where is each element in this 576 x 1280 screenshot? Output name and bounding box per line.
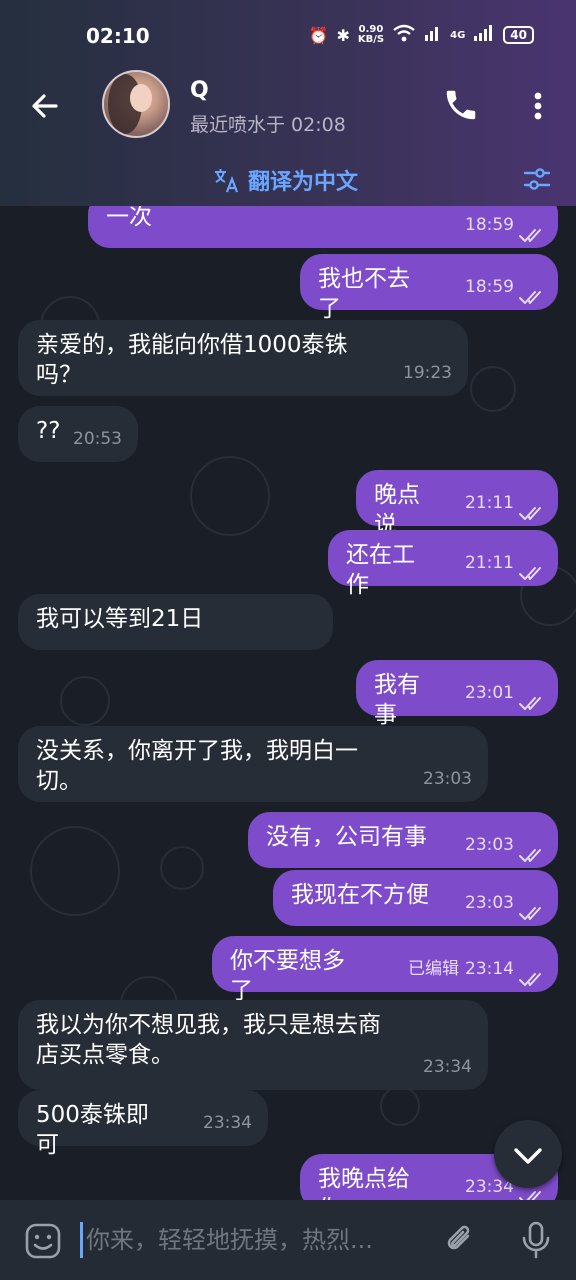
contact-name[interactable]: Q <box>190 78 209 103</box>
message-time: 23:03 <box>465 888 514 918</box>
signal-type: 4G <box>450 29 466 41</box>
message-time: 21:11 <box>465 488 514 518</box>
network-speed: 0.90 KB/S <box>357 24 385 45</box>
attach-button[interactable] <box>442 1222 478 1258</box>
microphone-icon <box>522 1221 550 1259</box>
message-composer <box>0 1200 576 1280</box>
wifi-icon <box>392 24 416 46</box>
double-check-icon <box>518 842 548 862</box>
timestamp: 23:01 <box>465 683 514 703</box>
timestamp: 23:03 <box>465 893 514 913</box>
message-time: 已编辑 23:14 <box>408 954 514 984</box>
double-check-icon <box>518 222 548 242</box>
double-check-icon <box>518 284 548 304</box>
incoming-message[interactable]: 我以为你不想见我，我只是想去商店买点零食。 23:34 <box>18 1000 488 1090</box>
voice-record-button[interactable] <box>518 1220 554 1260</box>
battery-indicator: 40 <box>503 26 534 44</box>
message-text: 我有事 <box>374 672 420 728</box>
contact-status: 最近喷水于 02:08 <box>190 114 346 136</box>
timestamp: 23:03 <box>465 835 514 855</box>
call-button[interactable] <box>442 86 480 124</box>
message-text: 没关系，你离开了我，我明白一切。 <box>36 738 358 794</box>
alarm-icon: ⏰ <box>308 25 329 45</box>
bluetooth-icon: ✱ <box>336 25 350 45</box>
status-icons: ⏰ ✱ 0.90 KB/S 4G 40 <box>309 24 534 46</box>
phone-icon <box>446 90 476 120</box>
emoji-icon <box>25 1223 61 1259</box>
avatar[interactable] <box>102 70 170 138</box>
translate-button[interactable]: 翻译为中文 <box>212 164 358 196</box>
outgoing-message[interactable]: 我有事 23:01 <box>356 660 558 728</box>
incoming-message[interactable]: 亲爱的，我能向你借1000泰铢吗？ 19:23 <box>18 320 468 396</box>
message-list[interactable]: 一次 18:59 我也不去了 18:59 亲爱的，我能向你借1000泰铢吗？ 19:23?… <box>0 206 576 1200</box>
message-time: 23:34 <box>203 1108 252 1138</box>
message-time: 18:59 <box>465 210 514 240</box>
outgoing-message[interactable]: 我也不去了 18:59 <box>300 254 558 322</box>
outgoing-message[interactable]: 一次 18:59 <box>88 206 558 248</box>
message-time: 19:23 <box>403 358 452 388</box>
timestamp: 23:03 <box>423 769 472 789</box>
message-time: 20:53 <box>73 424 122 454</box>
signal-icon-2 <box>473 24 495 46</box>
message-time: 23:03 <box>465 830 514 860</box>
double-check-icon <box>518 690 548 710</box>
timestamp: 18:59 <box>465 215 514 235</box>
translate-icon <box>215 169 239 193</box>
timestamp: 23:34 <box>203 1113 252 1133</box>
message-input[interactable] <box>86 1218 426 1262</box>
incoming-message[interactable]: ?? 20:53 <box>18 406 138 462</box>
back-button[interactable] <box>26 86 66 126</box>
incoming-message[interactable]: 500泰铢即可 23:34 <box>18 1090 268 1158</box>
double-check-icon <box>518 900 548 920</box>
incoming-message[interactable]: 没关系，你离开了我，我明白一切。 23:03 <box>18 726 488 802</box>
filter-icon <box>523 168 551 190</box>
translate-label: 翻译为中文 <box>248 170 359 195</box>
emoji-button[interactable] <box>24 1222 62 1260</box>
outgoing-message[interactable]: 还在工作 21:11 <box>328 530 558 598</box>
timestamp: 18:59 <box>465 277 514 297</box>
edited-label: 已编辑 <box>408 959 459 979</box>
message-time: 23:03 <box>423 764 472 794</box>
incoming-message[interactable]: 我可以等到21日 <box>18 594 333 650</box>
message-text: 亲爱的，我能向你借1000泰铢吗？ <box>36 332 348 388</box>
translate-settings-button[interactable] <box>522 164 552 194</box>
chevron-down-icon <box>514 1148 542 1164</box>
timestamp: 21:11 <box>465 553 514 573</box>
status-bar: 02:10 ⏰ ✱ 0.90 KB/S 4G 40 <box>0 0 576 70</box>
signal-icon <box>424 24 442 46</box>
timestamp: 19:23 <box>403 363 452 383</box>
outgoing-message[interactable]: 晚点说 21:11 <box>356 470 558 538</box>
message-time: 23:01 <box>465 678 514 708</box>
text-cursor <box>80 1222 83 1258</box>
double-check-icon <box>518 966 548 986</box>
timestamp: 20:53 <box>73 429 122 449</box>
outgoing-message[interactable]: 没有，公司有事 23:03 <box>248 812 558 868</box>
more-options-button[interactable] <box>524 86 552 126</box>
back-arrow-icon <box>32 94 58 118</box>
message-text: 我可以等到21日 <box>36 606 204 632</box>
scroll-down-button[interactable] <box>494 1120 562 1188</box>
timestamp: 23:14 <box>465 959 514 979</box>
more-vert-icon <box>534 92 542 120</box>
message-text: 我以为你不想见我，我只是想去商店买点零食。 <box>36 1012 381 1068</box>
timestamp: 23:34 <box>423 1057 472 1077</box>
paperclip-icon <box>447 1225 470 1250</box>
double-check-icon <box>518 560 548 580</box>
chat-header: Q 最近喷水于 02:08 翻译为中文 <box>0 70 576 206</box>
timestamp: 21:11 <box>465 493 514 513</box>
status-time: 02:10 <box>86 24 150 48</box>
double-check-icon <box>518 500 548 520</box>
message-time: 21:11 <box>465 548 514 578</box>
outgoing-message[interactable]: 你不要想多了 已编辑 23:14 <box>212 936 558 1004</box>
message-time: 23:34 <box>423 1052 472 1082</box>
translate-bar: 翻译为中文 <box>0 154 576 206</box>
outgoing-message[interactable]: 我现在不方便 23:03 <box>273 870 558 926</box>
message-time: 18:59 <box>465 272 514 302</box>
